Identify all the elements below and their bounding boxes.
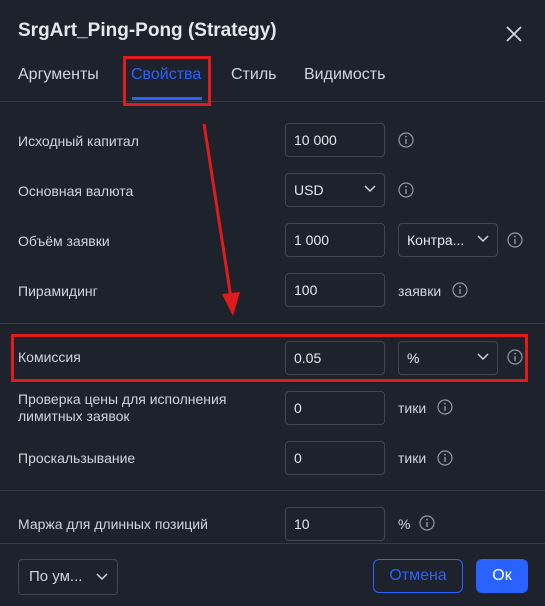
order-size-unit-select[interactable]: Контра... — [398, 223, 498, 257]
commission-label: Комиссия — [18, 349, 81, 365]
defaults-select-value: По ум... — [29, 568, 83, 585]
slippage-input[interactable]: 0 — [285, 441, 385, 475]
base-currency-select[interactable]: USD — [285, 173, 385, 207]
base-currency-value: USD — [294, 182, 324, 198]
footer-divider — [0, 543, 545, 544]
slippage-suffix: тики — [398, 450, 427, 466]
limit-price-check-label-line2: лимитных заявок — [18, 408, 130, 424]
long-margin-suffix: % — [398, 516, 411, 532]
slippage-label: Проскальзывание — [18, 450, 136, 466]
chevron-down-icon — [477, 353, 489, 361]
section-divider — [0, 490, 545, 491]
dialog-title: SrgArt_Ping-Pong (Strategy) — [18, 20, 277, 41]
initial-capital-label: Исходный капитал — [18, 133, 139, 149]
defaults-select[interactable]: По ум... — [18, 559, 118, 595]
long-margin-input[interactable]: 10 — [285, 507, 385, 541]
chevron-down-icon — [477, 235, 489, 243]
chevron-down-icon — [364, 185, 376, 193]
close-icon — [506, 26, 522, 42]
tab-properties[interactable]: Свойства — [131, 66, 201, 84]
ok-button[interactable]: Ок — [476, 559, 528, 593]
strategy-settings-dialog: SrgArt_Ping-Pong (Strategy) Аргументы Св… — [0, 0, 545, 606]
commission-unit-value: % — [407, 350, 420, 366]
header-divider — [0, 101, 545, 102]
active-tab-indicator — [132, 97, 202, 100]
limit-price-check-suffix: тики — [398, 400, 427, 416]
limit-price-check-label: Проверка цены для исполнения лимитных за… — [18, 391, 226, 425]
tab-visibility[interactable]: Видимость — [304, 66, 385, 84]
cancel-button[interactable]: Отмена — [373, 559, 463, 593]
commission-input[interactable]: 0.05 — [285, 341, 385, 375]
info-icon[interactable] — [507, 232, 523, 248]
section-divider — [0, 323, 545, 324]
order-size-label: Объём заявки — [18, 233, 110, 249]
commission-unit-select[interactable]: % — [398, 341, 498, 375]
info-icon[interactable] — [398, 182, 414, 198]
initial-capital-input[interactable]: 10 000 — [285, 123, 385, 157]
order-size-input[interactable]: 1 000 — [285, 223, 385, 257]
info-icon[interactable] — [452, 282, 468, 298]
order-size-unit-value: Контра... — [407, 232, 465, 248]
close-button[interactable] — [500, 20, 528, 48]
long-margin-label: Маржа для длинных позиций — [18, 516, 208, 532]
info-icon[interactable] — [437, 450, 453, 466]
info-icon[interactable] — [507, 349, 523, 365]
pyramiding-input[interactable]: 100 — [285, 273, 385, 307]
limit-price-check-input[interactable]: 0 — [285, 391, 385, 425]
pyramiding-suffix: заявки — [398, 283, 442, 299]
chevron-down-icon — [96, 573, 108, 581]
info-icon[interactable] — [437, 399, 453, 415]
info-icon[interactable] — [419, 515, 435, 531]
tab-bar: Аргументы Свойства Стиль Видимость — [0, 62, 545, 102]
info-icon[interactable] — [398, 132, 414, 148]
pyramiding-label: Пирамидинг — [18, 283, 98, 299]
tab-style[interactable]: Стиль — [231, 66, 277, 84]
limit-price-check-label-line1: Проверка цены для исполнения — [18, 391, 227, 407]
tab-arguments[interactable]: Аргументы — [18, 66, 99, 84]
base-currency-label: Основная валюта — [18, 183, 134, 199]
